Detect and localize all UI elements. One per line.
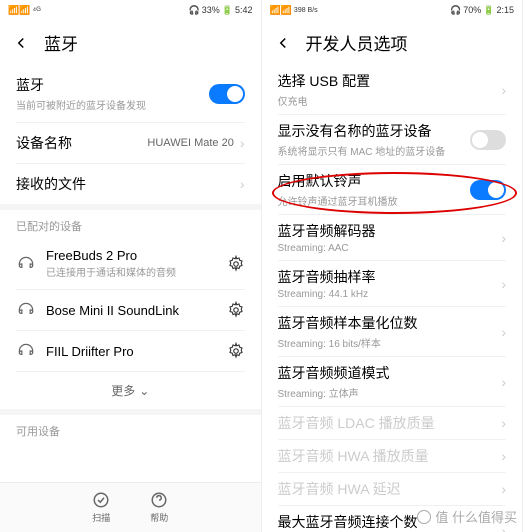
bottom-bar: 扫描 帮助	[0, 482, 261, 532]
battery-icon: 🔋	[483, 5, 494, 16]
row-label: 启用默认铃声	[278, 171, 471, 191]
row-label: 蓝牙音频解码器	[278, 221, 502, 241]
header: 开发人员选项	[262, 20, 523, 65]
bluetooth-label: 蓝牙	[16, 75, 209, 95]
device-name: FreeBuds 2 Pro	[46, 248, 217, 263]
paired-device-row[interactable]: FIIL Driifter Pro	[0, 331, 261, 371]
row-label: 蓝牙音频 LDAC 播放质量	[278, 413, 502, 433]
headphones-icon	[16, 341, 36, 361]
watermark-text: 值 什么值得买	[435, 507, 517, 526]
bluetooth-toggle[interactable]	[209, 84, 245, 104]
gear-icon[interactable]	[227, 255, 245, 273]
chevron-right-icon: ›	[240, 176, 245, 192]
headphone-icon: 🎧	[450, 5, 461, 16]
chevron-down-icon: ⌄	[139, 384, 149, 398]
settings-row[interactable]: 显示没有名称的蓝牙设备系统将显示只有 MAC 地址的蓝牙设备	[262, 115, 523, 164]
help-label: 帮助	[150, 511, 168, 524]
received-files-label: 接收的文件	[16, 174, 86, 194]
settings-row[interactable]: 蓝牙音频频道模式 Streaming: 立体声›	[262, 357, 523, 406]
settings-row: 蓝牙音频 LDAC 播放质量›	[262, 407, 523, 439]
battery-percent: 70%	[463, 5, 481, 15]
signal-icon: 📶📶	[8, 5, 30, 16]
row-label: 蓝牙音频 HWA 播放质量	[278, 446, 502, 466]
bluetooth-sub: 当前可被附近的蓝牙设备发现	[16, 97, 209, 112]
status-bar: 📶📶 398 B/s 🎧 70% 🔋 2:15	[262, 0, 523, 20]
back-icon[interactable]	[274, 34, 292, 52]
bluetooth-toggle-row[interactable]: 蓝牙 当前可被附近的蓝牙设备发现	[0, 65, 261, 122]
scan-label: 扫描	[92, 511, 110, 524]
battery-percent: 33%	[202, 5, 220, 15]
row-label: 选择 USB 配置	[278, 71, 502, 91]
chevron-right-icon: ›	[501, 230, 506, 246]
settings-row[interactable]: 启用默认铃声允许铃声通过蓝牙耳机播放	[262, 165, 523, 214]
row-sub: Streaming: 44.1 kHz	[278, 289, 502, 300]
paired-devices-header: 已配对的设备	[0, 210, 261, 238]
row-sub: Streaming: 16 bits/样本	[278, 335, 502, 350]
row-label: 蓝牙音频抽样率	[278, 267, 502, 287]
scan-button[interactable]: 扫描	[92, 491, 110, 524]
chevron-right-icon: ›	[501, 82, 506, 98]
chevron-right-icon: ›	[501, 448, 506, 464]
page-title: 开发人员选项	[306, 30, 408, 55]
headphone-icon: 🎧	[189, 5, 200, 16]
back-icon[interactable]	[12, 34, 30, 52]
gear-icon[interactable]	[227, 301, 245, 319]
toggle[interactable]	[470, 130, 506, 150]
header: 蓝牙	[0, 20, 261, 65]
network-speed: 398 B/s	[294, 7, 318, 14]
network-type: ⁴ᴳ	[32, 5, 40, 15]
watermark-icon	[417, 510, 431, 524]
chevron-right-icon: ›	[240, 135, 245, 151]
chevron-right-icon: ›	[501, 415, 506, 431]
row-sub: Streaming: AAC	[278, 243, 502, 254]
received-files-row[interactable]: 接收的文件 ›	[0, 164, 261, 204]
watermark: 值 什么值得买	[417, 507, 517, 526]
row-label: 蓝牙音频样本量化位数	[278, 313, 502, 333]
gear-icon[interactable]	[227, 342, 245, 360]
row-sub: 系统将显示只有 MAC 地址的蓝牙设备	[278, 143, 471, 158]
row-label: 蓝牙音频频道模式	[278, 363, 502, 383]
page-title: 蓝牙	[44, 30, 78, 55]
scan-icon	[92, 491, 110, 509]
signal-icon: 📶📶	[270, 5, 292, 16]
chevron-right-icon: ›	[501, 324, 506, 340]
device-name-value: HUAWEI Mate 20	[147, 137, 233, 149]
paired-device-row[interactable]: Bose Mini II SoundLink	[0, 290, 261, 330]
settings-row[interactable]: 选择 USB 配置仅充电›	[262, 65, 523, 114]
status-bar: 📶📶 ⁴ᴳ 🎧 33% 🔋 5:42	[0, 0, 261, 20]
row-sub: Streaming: 立体声	[278, 385, 502, 400]
clock: 5:42	[235, 5, 253, 15]
settings-row[interactable]: 蓝牙音频解码器 Streaming: AAC›	[262, 215, 523, 260]
settings-row[interactable]: 蓝牙音频抽样率 Streaming: 44.1 kHz›	[262, 261, 523, 306]
settings-row[interactable]: 蓝牙音频样本量化位数 Streaming: 16 bits/样本›	[262, 307, 523, 356]
headphones-icon	[16, 254, 36, 274]
settings-row: 蓝牙音频 HWA 延迟›	[262, 473, 523, 505]
paired-device-row[interactable]: FreeBuds 2 Pro 已连接用于通话和媒体的音频	[0, 238, 261, 289]
more-label: 更多	[111, 382, 135, 399]
chevron-right-icon: ›	[501, 374, 506, 390]
row-label: 蓝牙音频 HWA 延迟	[278, 479, 502, 499]
device-name: FIIL Driifter Pro	[46, 344, 217, 359]
more-button[interactable]: 更多 ⌄	[0, 372, 261, 409]
help-icon	[150, 491, 168, 509]
device-name-label: 设备名称	[16, 133, 72, 153]
toggle[interactable]	[470, 180, 506, 200]
device-name: Bose Mini II SoundLink	[46, 303, 217, 318]
help-button[interactable]: 帮助	[150, 491, 168, 524]
device-sub: 已连接用于通话和媒体的音频	[46, 264, 217, 279]
device-name-row[interactable]: 设备名称 HUAWEI Mate 20 ›	[0, 123, 261, 163]
row-sub: 仅充电	[278, 93, 502, 108]
available-devices-header: 可用设备	[0, 415, 261, 443]
chevron-right-icon: ›	[501, 276, 506, 292]
developer-options-screen: 📶📶 398 B/s 🎧 70% 🔋 2:15 开发人员选项 选择 USB 配置…	[262, 0, 523, 532]
row-label: 显示没有名称的蓝牙设备	[278, 121, 471, 141]
bluetooth-settings-screen: 📶📶 ⁴ᴳ 🎧 33% 🔋 5:42 蓝牙 蓝牙 当前可被附近的蓝牙设备发现	[0, 0, 262, 532]
row-sub: 允许铃声通过蓝牙耳机播放	[278, 193, 471, 208]
headphones-icon	[16, 300, 36, 320]
battery-icon: 🔋	[222, 5, 233, 16]
chevron-right-icon: ›	[501, 481, 506, 497]
settings-row: 蓝牙音频 HWA 播放质量›	[262, 440, 523, 472]
clock: 2:15	[496, 5, 514, 15]
